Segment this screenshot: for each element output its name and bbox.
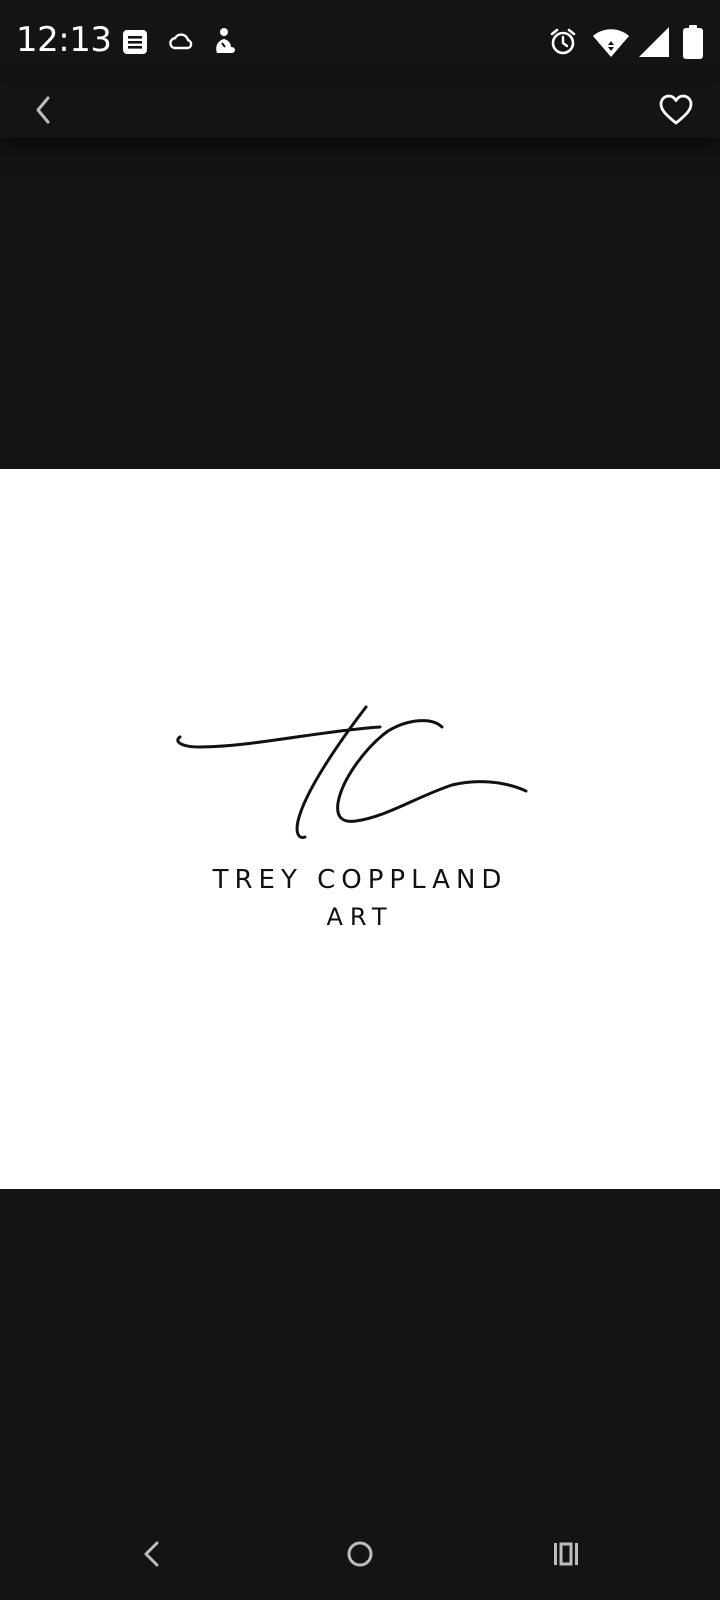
app-bar: [0, 82, 720, 138]
favorite-button[interactable]: [654, 88, 698, 132]
wifi-icon: [593, 29, 629, 57]
screen: 12:13 TREY COPPLAND ART: [0, 0, 720, 1600]
tc-monogram-logo: [176, 705, 528, 839]
signal-icon: [639, 27, 669, 57]
brand-name-line1: TREY COPPLAND: [212, 865, 508, 895]
nav-recents-button[interactable]: [542, 1530, 590, 1578]
battery-icon: [683, 25, 703, 59]
nav-back-button[interactable]: [129, 1530, 177, 1578]
status-bar: 12:13: [0, 0, 720, 82]
person-icon: [216, 28, 235, 53]
cloud-icon: [169, 33, 193, 50]
system-nav-bar: [0, 1510, 720, 1600]
heart-outline-icon: [659, 94, 693, 125]
chevron-left-icon: [36, 96, 50, 124]
back-button[interactable]: [24, 88, 68, 132]
status-time: 12:13: [16, 20, 112, 60]
nav-home-icon: [347, 1541, 373, 1567]
notes-icon: [123, 30, 147, 54]
nav-recents-icon: [554, 1542, 578, 1566]
nav-home-button[interactable]: [336, 1530, 384, 1578]
alarm-icon: [550, 28, 576, 55]
brand-name-line2: ART: [326, 903, 394, 931]
nav-back-icon: [144, 1541, 159, 1567]
image-viewer[interactable]: TREY COPPLAND ART: [0, 469, 720, 1189]
